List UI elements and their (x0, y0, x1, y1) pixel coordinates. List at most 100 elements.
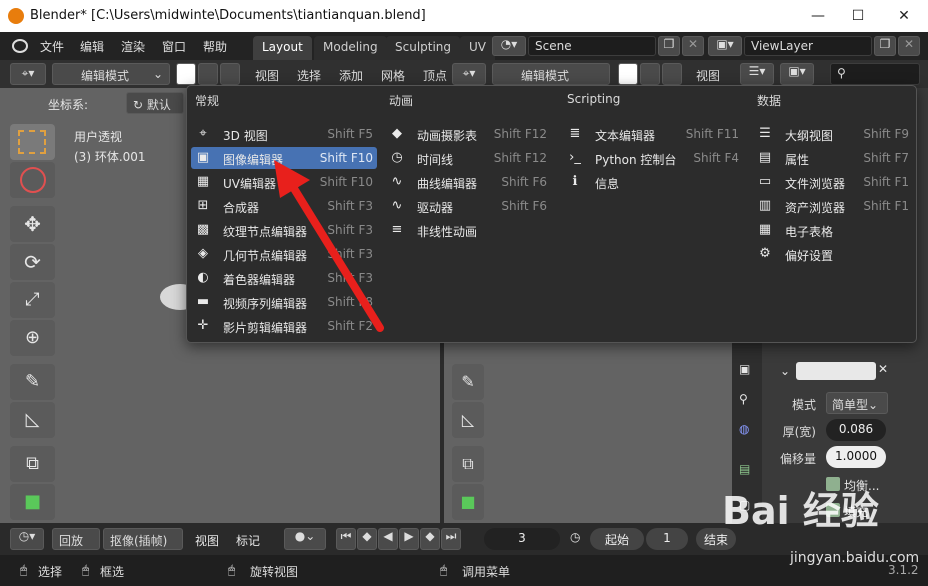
extrude-tool-right[interactable]: ■ (452, 484, 484, 520)
menu-item-shortcut: Shift F6 (501, 199, 547, 213)
header-menu-mesh[interactable]: 网格 (381, 67, 405, 84)
scale-tool[interactable]: ⤢ (10, 282, 55, 318)
coord-system-dropdown[interactable]: ↻ 默认 (126, 92, 184, 114)
play-icon[interactable]: ▶ (399, 528, 419, 550)
annotate-tool-right[interactable]: ✎ (452, 364, 484, 400)
vertex-select-icon[interactable] (176, 63, 196, 85)
offset-field[interactable]: 1.0000 (826, 446, 886, 468)
menu-item[interactable]: ▥ 资产浏览器 Shift F1 (753, 195, 913, 217)
editor-type-button[interactable]: ⌖▾ (10, 63, 46, 85)
cursor-tool[interactable] (10, 162, 55, 198)
search-input[interactable]: ⚲ (830, 63, 920, 85)
face-select-right-icon[interactable] (662, 63, 682, 85)
prev-keyframe-icon[interactable]: ◆ (357, 528, 377, 550)
mode-dropdown[interactable]: 编辑模式 ⌄ (52, 63, 170, 85)
menu-item[interactable]: ≣ 文本编辑器 Shift F11 (563, 123, 743, 145)
header-menu-add[interactable]: 添加 (339, 67, 363, 84)
header-menu-view[interactable]: 视图 (255, 67, 279, 84)
menu-item[interactable]: ▤ 属性 Shift F7 (753, 147, 913, 169)
modifier-icons[interactable] (796, 362, 876, 380)
collection-tab-icon[interactable]: ▤ (739, 462, 750, 476)
tab-layout[interactable]: Layout (253, 36, 312, 60)
menu-item[interactable]: ≡ 非线性动画 (385, 219, 551, 241)
maximize-button[interactable]: ☐ (848, 6, 868, 26)
menu-item[interactable]: ⌖ 3D 视图 Shift F5 (191, 123, 377, 145)
menu-render[interactable]: 渲染 (121, 38, 145, 55)
timeline-editor-button[interactable]: ◷▾ (10, 528, 44, 550)
add-cube-tool-right[interactable]: ⧉ (452, 446, 484, 482)
menu-item[interactable]: ◆ 动画摄影表 Shift F12 (385, 123, 551, 145)
tab-modeling[interactable]: Modeling (314, 36, 387, 60)
header-menu-vertex[interactable]: 顶点 (423, 67, 447, 84)
new-scene-icon[interactable]: ❐ (658, 36, 680, 56)
scene-selector-icon[interactable]: ◔▾ (492, 36, 526, 56)
jump-start-icon[interactable]: ⏮ (336, 528, 356, 550)
face-select-icon[interactable] (220, 63, 240, 85)
menu-window[interactable]: 窗口 (162, 38, 186, 55)
thickness-field[interactable]: 0.086 (826, 419, 886, 441)
measure-tool[interactable]: ◺ (10, 402, 55, 438)
tab-uv[interactable]: UV (460, 36, 495, 60)
header-menu-view-right[interactable]: 视图 (696, 67, 720, 84)
start-frame-field[interactable]: 1 (646, 528, 688, 550)
scene-tab-icon[interactable]: ▣ (739, 362, 750, 376)
tab-sculpting[interactable]: Sculpting (386, 36, 461, 60)
timeline-marker-menu[interactable]: 标记 (236, 532, 260, 549)
editor-type-button-right[interactable]: ⌖▾ (452, 63, 486, 85)
menu-item[interactable]: ▭ 文件浏览器 Shift F1 (753, 171, 913, 193)
menu-edit[interactable]: 编辑 (80, 38, 104, 55)
current-frame-field[interactable]: 3 (484, 528, 560, 550)
close-button[interactable]: ✕ (894, 6, 914, 26)
timeline-view-menu[interactable]: 视图 (195, 532, 219, 549)
playback-menu[interactable]: 回放 (52, 528, 100, 550)
blender-menu-icon[interactable] (12, 39, 28, 53)
display-mode-icon[interactable]: ▣▾ (780, 63, 814, 85)
extrude-tool[interactable]: ■ (10, 484, 55, 520)
minimize-button[interactable]: — (808, 6, 828, 26)
header-menu-select[interactable]: 选择 (297, 67, 321, 84)
move-tool[interactable]: ✥ (10, 206, 55, 242)
outliner-filter-icon[interactable]: ☰▾ (740, 63, 774, 85)
world-tab-icon[interactable]: ⚲ (739, 392, 748, 406)
mode-select[interactable]: 简单型⌄ (826, 392, 888, 414)
menu-item[interactable]: ∿ 驱动器 Shift F6 (385, 195, 551, 217)
editor-type-icon: ▦ (196, 174, 210, 189)
delete-viewlayer-icon[interactable]: ✕ (898, 36, 920, 56)
vertex-select-right-icon[interactable] (618, 63, 638, 85)
delete-scene-icon[interactable]: ✕ (682, 36, 704, 56)
menu-help[interactable]: 帮助 (203, 38, 227, 55)
menu-item[interactable]: ⚙ 偏好设置 (753, 243, 913, 265)
menu-item[interactable]: ▦ 电子表格 (753, 219, 913, 241)
extrude-right-icon: ■ (460, 492, 476, 511)
select-box-tool[interactable] (10, 124, 55, 160)
annotate-tool[interactable]: ✎ (10, 364, 55, 400)
viewlayer-name-field[interactable]: ViewLayer (744, 36, 872, 56)
menu-item[interactable]: ∿ 曲线编辑器 Shift F6 (385, 171, 551, 193)
add-cube-tool[interactable]: ⧉ (10, 446, 55, 482)
chevron-down-icon[interactable]: ⌄ (780, 364, 790, 378)
rotate-tool[interactable]: ⟳ (10, 244, 55, 280)
menu-item[interactable]: ☰ 大纲视图 Shift F9 (753, 123, 913, 145)
edge-select-icon[interactable] (198, 63, 218, 85)
menu-item[interactable]: ›_ Python 控制台 Shift F4 (563, 147, 743, 169)
next-keyframe-icon[interactable]: ◆ (420, 528, 440, 550)
keying-menu[interactable]: 抠像(插帧) (103, 528, 183, 550)
editor-type-icon: ▣ (196, 150, 210, 165)
play-reverse-icon[interactable]: ◀ (378, 528, 398, 550)
menu-item[interactable]: ◷ 时间线 Shift F12 (385, 147, 551, 169)
viewlayer-selector-icon[interactable]: ▣▾ (708, 36, 742, 56)
world-globe-icon[interactable]: ◍ (739, 422, 749, 436)
remove-modifier-icon[interactable]: ✕ (878, 362, 888, 376)
new-viewlayer-icon[interactable]: ❐ (874, 36, 896, 56)
transform-tool[interactable]: ⊕ (10, 320, 55, 356)
mode-label: 模式 (791, 398, 816, 412)
mode-dropdown-right[interactable]: 编辑模式 (492, 63, 610, 85)
edge-select-right-icon[interactable] (640, 63, 660, 85)
menu-item[interactable]: ℹ 信息 (563, 171, 743, 193)
menu-file[interactable]: 文件 (40, 38, 64, 55)
measure-tool-right[interactable]: ◺ (452, 402, 484, 438)
jump-end-icon[interactable]: ⏭ (441, 528, 461, 550)
scene-name-field[interactable]: Scene (528, 36, 656, 56)
editor-type-icon: ▦ (758, 222, 772, 237)
record-button[interactable]: ●⌄ (284, 528, 326, 550)
